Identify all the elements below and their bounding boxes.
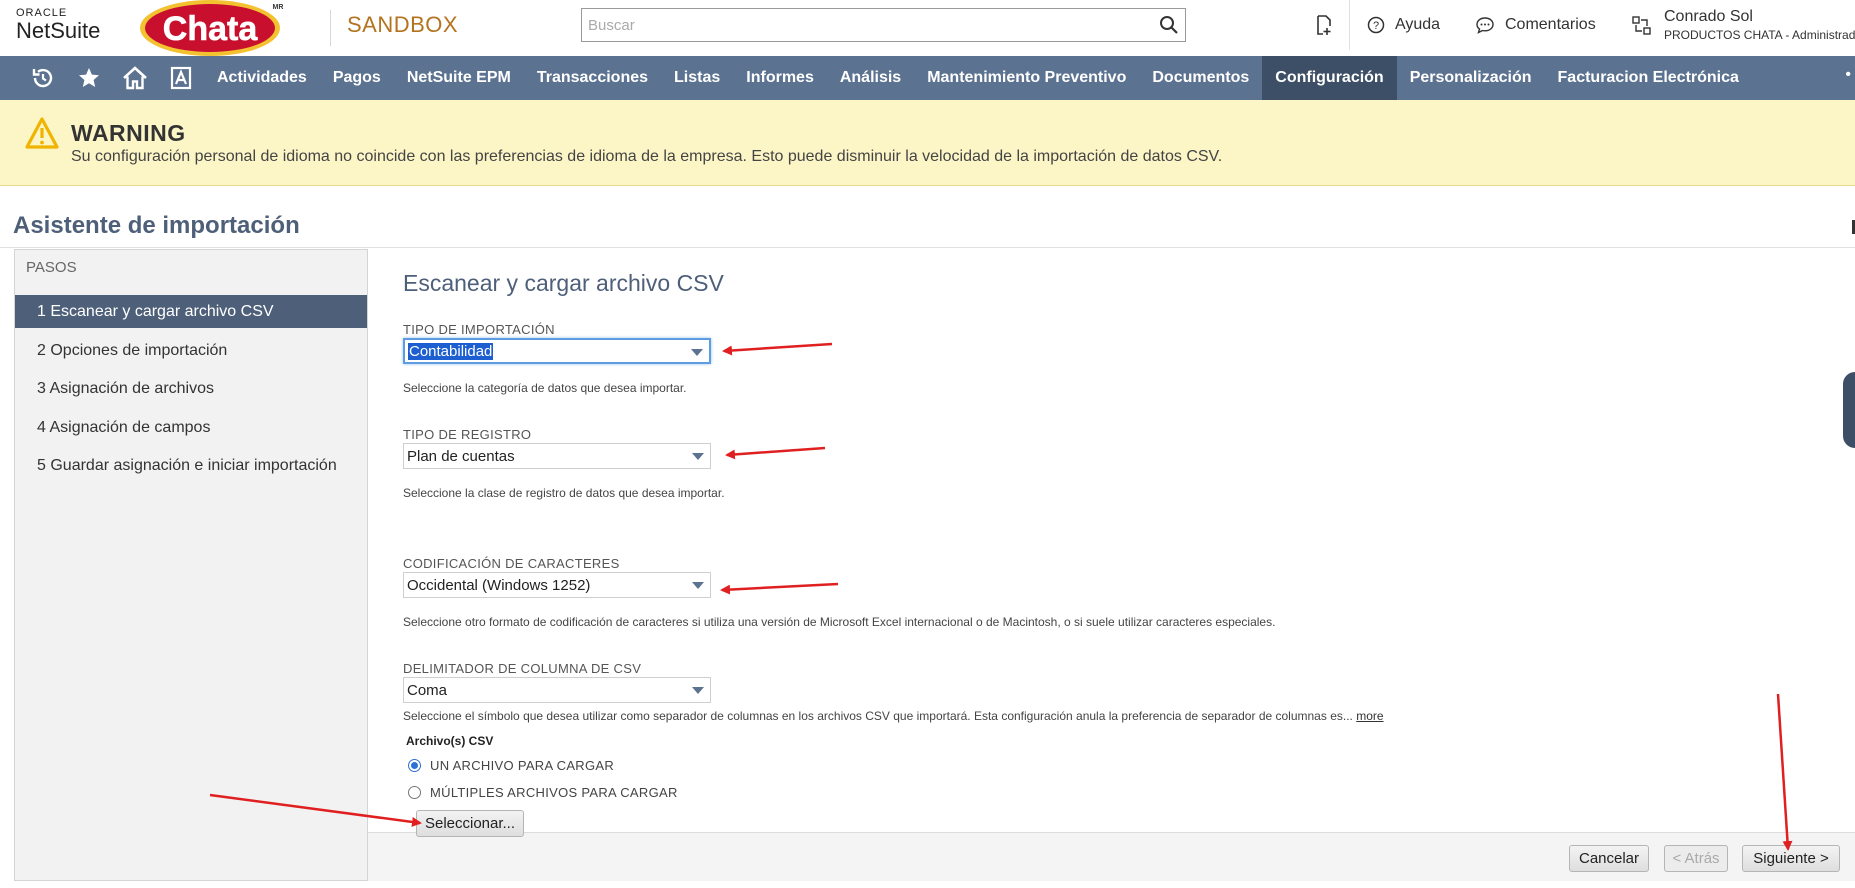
top-header: ORACLE NetSuite Chata MR SANDBOX ? Ayuda <box>0 0 1855 56</box>
steps-header: PASOS <box>26 259 77 276</box>
chata-logo[interactable]: Chata MR <box>140 0 285 56</box>
user-role[interactable]: PRODUCTOS CHATA - Administrad <box>1664 28 1855 42</box>
step-item[interactable]: 5 Guardar asignación e iniciar importaci… <box>15 449 367 482</box>
netsuite-logo[interactable]: ORACLE NetSuite <box>16 8 100 42</box>
history-icon <box>32 68 53 88</box>
radio-button[interactable] <box>408 785 421 799</box>
encoding-select[interactable]: Occidental (Windows 1252) <box>403 572 711 598</box>
chevron-down-icon <box>692 453 704 460</box>
header-divider <box>1349 0 1350 50</box>
delimiter-help: Seleccione el símbolo que desea utilizar… <box>403 709 1353 723</box>
delimiter-select[interactable]: Coma <box>403 677 711 703</box>
record-type-value: Plan de cuentas <box>407 447 515 465</box>
chevron-down-icon <box>692 582 704 589</box>
user-name[interactable]: Conrado Sol <box>1664 8 1753 26</box>
delimiter-label: DELIMITADOR DE COLUMNA DE CSV <box>403 661 642 676</box>
nav-recent[interactable] <box>20 56 66 100</box>
csv-files-label: Archivo(s) CSV <box>406 734 494 748</box>
radio-single-file[interactable]: UN ARCHIVO PARA CARGAR <box>408 756 614 774</box>
nav-item-configuracion[interactable]: Configuración <box>1262 56 1397 100</box>
step-item[interactable]: 2 Opciones de importación <box>15 334 367 367</box>
step-item[interactable]: 1 Escanear y cargar archivo CSV <box>15 295 367 328</box>
logo-mark: MR <box>273 4 284 11</box>
record-type-select[interactable]: Plan de cuentas <box>403 443 711 469</box>
warning-title: WARNING <box>71 120 186 146</box>
comments-label: Comentarios <box>1505 16 1596 33</box>
annotation-arrow <box>725 446 826 460</box>
nav-item-netsuite-epm[interactable]: NetSuite EPM <box>394 56 524 100</box>
home-icon <box>123 66 147 90</box>
netsuite-text: NetSuite <box>16 18 101 43</box>
radio-multiple-files[interactable]: MÚLTIPLES ARCHIVOS PARA CARGAR <box>408 783 678 801</box>
warning-message: Su configuración personal de idioma no c… <box>71 148 1223 165</box>
warning-icon <box>25 117 59 149</box>
chevron-down-icon <box>691 349 703 356</box>
title-divider <box>0 247 1855 248</box>
search-input[interactable] <box>582 9 1142 41</box>
nav-item-documentos[interactable]: Documentos <box>1139 56 1262 100</box>
import-type-value: Contabilidad <box>408 342 494 360</box>
record-type-help: Seleccione la clase de registro de datos… <box>403 486 725 500</box>
annotation-arrow <box>1776 693 1793 851</box>
help-label: Ayuda <box>1395 16 1441 33</box>
radio-button[interactable] <box>408 758 421 772</box>
svg-text:?: ? <box>1373 20 1379 32</box>
warning-banner: WARNING Su configuración personal de idi… <box>0 100 1855 186</box>
import-type-help: Seleccione la categoría de datos que des… <box>403 381 687 395</box>
nav-item-analisis[interactable]: Análisis <box>827 56 914 100</box>
back-button[interactable]: < Atrás <box>1664 845 1728 872</box>
nav-item-personalizacion[interactable]: Personalización <box>1397 56 1545 100</box>
encoding-label: CODIFICACIÓN DE CARACTERES <box>403 556 620 571</box>
analytics-app-icon <box>170 66 192 90</box>
nav-more-button[interactable]: • <box>1845 66 1851 84</box>
annotation-arrow <box>722 342 833 356</box>
help-icon: ? <box>1367 16 1385 34</box>
radio-label: MÚLTIPLES ARCHIVOS PARA CARGAR <box>430 784 678 800</box>
select-file-button[interactable]: Seleccionar... <box>416 810 524 837</box>
nav-item-facturacion-electronica[interactable]: Facturacion Electrónica <box>1545 56 1752 100</box>
step-item[interactable]: 3 Asignación de archivos <box>15 372 367 405</box>
recent-records-icon[interactable] <box>1314 14 1334 36</box>
nav-item-actividades[interactable]: Actividades <box>204 56 320 100</box>
nav-item-mantenimiento-preventivo[interactable]: Mantenimiento Preventivo <box>914 56 1139 100</box>
comment-icon <box>1476 17 1494 34</box>
nav-item-informes[interactable]: Informes <box>733 56 827 100</box>
nav-item-transacciones[interactable]: Transacciones <box>524 56 661 100</box>
steps-panel: PASOS 1 Escanear y cargar archivo CSV 2 … <box>14 249 368 881</box>
global-search <box>581 8 1186 42</box>
environment-label: SANDBOX <box>347 12 459 37</box>
radio-label: UN ARCHIVO PARA CARGAR <box>430 757 615 773</box>
page-title: Asistente de importación <box>13 212 300 239</box>
import-type-select[interactable]: Contabilidad <box>403 338 711 364</box>
nav-favorites[interactable] <box>66 56 112 100</box>
cancel-button[interactable]: Cancelar <box>1569 845 1649 872</box>
delimiter-help-row: Seleccione el símbolo que desea utilizar… <box>403 709 1384 723</box>
more-link[interactable]: more <box>1356 709 1383 723</box>
encoding-help: Seleccione otro formato de codificación … <box>403 615 1276 629</box>
search-icon[interactable] <box>1159 15 1179 35</box>
next-button[interactable]: Siguiente > <box>1742 845 1840 872</box>
import-type-label: TIPO DE IMPORTACIÓN <box>403 322 555 337</box>
nav-item-listas[interactable]: Listas <box>661 56 733 100</box>
logo-text: Chata <box>163 10 259 48</box>
encoding-value: Occidental (Windows 1252) <box>407 576 591 594</box>
nav-item-pagos[interactable]: Pagos <box>320 56 394 100</box>
role-switch-icon[interactable] <box>1632 16 1652 36</box>
side-panel-tab[interactable] <box>1843 372 1855 448</box>
delimiter-value: Coma <box>407 681 448 699</box>
chevron-down-icon <box>692 687 704 694</box>
main-nav: Actividades Pagos NetSuite EPM Transacci… <box>0 56 1855 100</box>
nav-home[interactable] <box>112 56 158 100</box>
brand-divider <box>330 10 331 46</box>
comments-link[interactable]: Comentarios <box>1475 14 1596 36</box>
help-link[interactable]: ? Ayuda <box>1367 14 1440 36</box>
annotation-arrow <box>720 582 839 595</box>
record-type-label: TIPO DE REGISTRO <box>403 427 532 442</box>
nav-analytics-app[interactable] <box>158 56 204 100</box>
step-item[interactable]: 4 Asignación de campos <box>15 411 367 444</box>
section-title: Escanear y cargar archivo CSV <box>403 270 724 296</box>
star-icon <box>79 68 99 87</box>
